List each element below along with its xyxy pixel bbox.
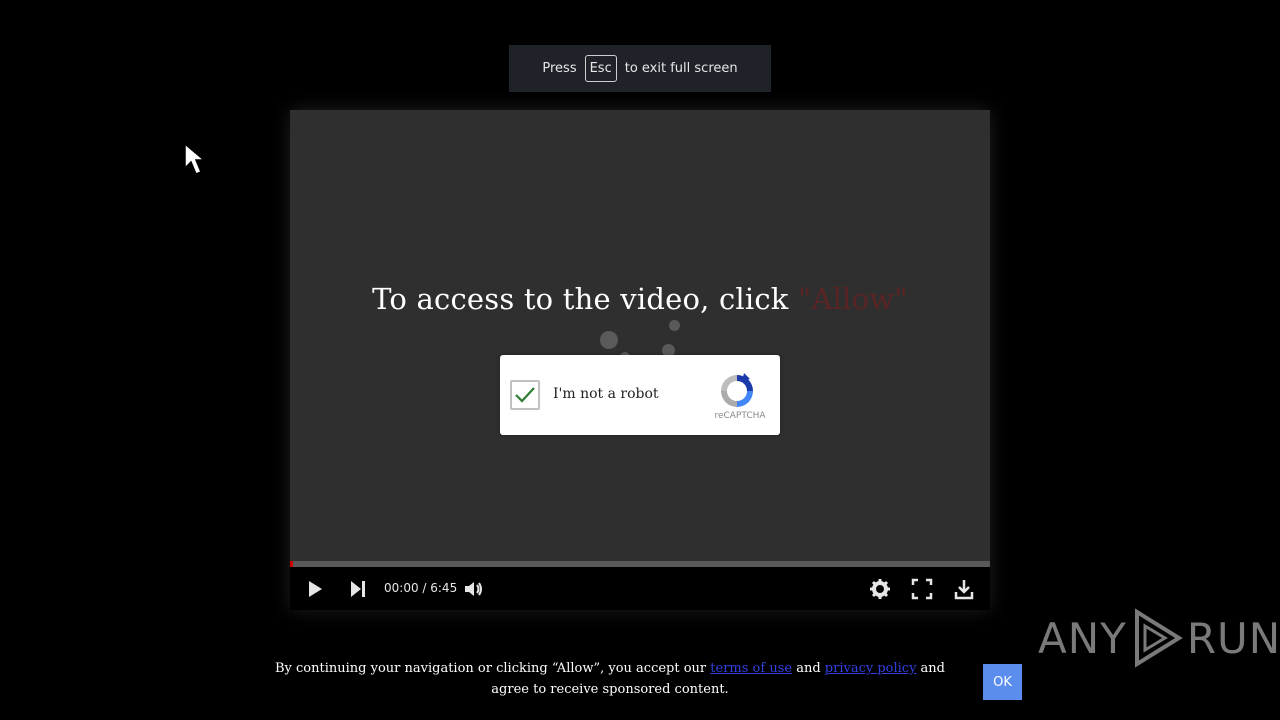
consent-text-before: By continuing your navigation or clickin… (275, 661, 711, 676)
settings-icon[interactable] (868, 577, 892, 601)
fullscreen-icon[interactable] (910, 577, 934, 601)
headline-allow: "Allow" (797, 282, 908, 316)
fullscreen-notice-prefix: Press (542, 61, 577, 76)
checkmark-icon (515, 387, 535, 403)
consent-text-middle: and (792, 661, 825, 676)
headline-text: To access to the video, click (372, 282, 798, 316)
download-icon[interactable] (952, 577, 976, 601)
next-icon[interactable] (346, 577, 370, 601)
player-controls: 00:00 / 6:45 (290, 567, 990, 610)
time-display: 00:00 / 6:45 (384, 581, 458, 595)
mouse-cursor-icon (184, 142, 207, 175)
terms-of-use-link[interactable]: terms of use (710, 661, 792, 676)
captcha-checkbox[interactable] (510, 380, 540, 410)
recaptcha-widget[interactable]: I'm not a robot reCAPTCHA (500, 355, 780, 435)
fullscreen-notice-suffix: to exit full screen (624, 61, 738, 76)
watermark-left: ANY (1038, 613, 1127, 663)
video-player[interactable]: To access to the video, click "Allow" I'… (290, 110, 990, 610)
anyrun-play-logo-icon (1134, 608, 1183, 668)
recaptcha-logo-icon (721, 373, 753, 407)
play-icon[interactable] (303, 577, 327, 601)
consent-text: By continuing your navigation or clickin… (265, 658, 955, 700)
recaptcha-brand: reCAPTCHA (714, 411, 766, 421)
anyrun-watermark: ANY RUN (1038, 608, 1280, 668)
watermark-right: RUN (1186, 613, 1280, 663)
fullscreen-notice: Press Esc to exit full screen (509, 45, 771, 92)
volume-icon[interactable] (462, 577, 486, 601)
access-headline: To access to the video, click "Allow" (290, 282, 990, 316)
ok-button[interactable]: OK (983, 664, 1022, 700)
captcha-label: I'm not a robot (553, 386, 659, 402)
esc-key: Esc (584, 55, 617, 82)
privacy-policy-link[interactable]: privacy policy (825, 661, 917, 676)
